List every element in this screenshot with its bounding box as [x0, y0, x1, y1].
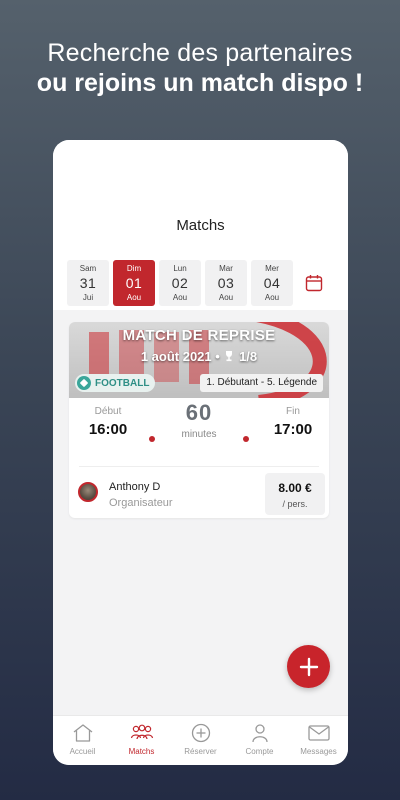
match-times: Début 16:00 60 minutes Fin 17:00: [69, 398, 329, 462]
headline-line-1: Recherche des partenaires: [47, 39, 353, 67]
tab-compte[interactable]: Compte: [230, 716, 289, 765]
tab-label: Accueil: [69, 747, 96, 756]
trophy-icon: [226, 351, 233, 362]
plus-circle-icon: [191, 723, 210, 743]
date-day-number: 31: [79, 275, 97, 291]
date-month: Aou: [126, 293, 142, 302]
duration-value: 60: [185, 400, 213, 425]
date-item[interactable]: Mer 04 Aou: [251, 260, 293, 306]
sport-badge: FOOTBALL: [75, 374, 156, 392]
organizer-name: Anthony D: [109, 481, 161, 493]
tab-matchs[interactable]: Matchs: [112, 716, 171, 765]
end-time-block: Fin 17:00: [267, 406, 319, 438]
sport-label: FOOTBALL: [95, 377, 150, 389]
date-day-name: Lun: [173, 264, 187, 273]
date-day-number: 03: [217, 275, 235, 291]
date-day-name: Dim: [126, 264, 142, 273]
bottom-tab-bar: Accueil Matchs Réserver Compte Messages: [53, 715, 348, 765]
phone-screen: Matchs Sam 31 Jui Dim 01 Aou Lun 02 Aou …: [53, 140, 348, 765]
date-month: Aou: [218, 293, 234, 302]
start-time-block: Début 16:00: [83, 406, 133, 438]
date-day-name: Mer: [265, 264, 279, 273]
end-time: 17:00: [273, 421, 313, 438]
organizer-row: Anthony D Organisateur 8.00 € / pers.: [69, 467, 329, 518]
price-box: 8.00 € / pers.: [265, 473, 325, 515]
time-dot: [149, 436, 155, 442]
match-banner: MATCH DE REPRISE 1 août 2021 • 1/8 FOOTB…: [69, 322, 329, 398]
promo-headline: Recherche des partenaires ou rejoins un …: [0, 38, 400, 98]
match-players: 1/8: [239, 349, 258, 364]
tab-label: Matchs: [128, 747, 155, 756]
match-date: 1 août 2021: [140, 349, 212, 364]
separator-dot: •: [215, 349, 224, 364]
headline-line-2: ou rejoins un match dispo !: [36, 69, 364, 97]
date-day-number: 02: [171, 275, 189, 291]
duration-unit: minutes: [181, 429, 217, 440]
level-badge: 1. Débutant - 5. Légende: [200, 374, 323, 392]
date-month: Aou: [264, 293, 280, 302]
price-unit: / pers.: [282, 499, 308, 509]
end-label: Fin: [286, 406, 300, 417]
match-card[interactable]: MATCH DE REPRISE 1 août 2021 • 1/8 FOOTB…: [69, 322, 329, 518]
date-day-number: 01: [125, 275, 143, 291]
tab-accueil[interactable]: Accueil: [53, 716, 112, 765]
price-amount: 8.00 €: [278, 481, 312, 495]
page-title: Matchs: [176, 217, 225, 234]
organizer-role: Organisateur: [109, 497, 173, 509]
date-item-selected[interactable]: Dim 01 Aou: [113, 260, 155, 306]
time-dot: [243, 436, 249, 442]
home-icon: [73, 724, 92, 742]
tab-reserver[interactable]: Réserver: [171, 716, 230, 765]
match-subtitle: 1 août 2021 • 1/8: [69, 349, 329, 364]
tab-label: Messages: [300, 747, 337, 756]
add-match-button[interactable]: [287, 645, 330, 688]
date-day-name: Sam: [79, 264, 97, 273]
user-icon: [251, 724, 268, 743]
date-day-name: Mar: [219, 264, 233, 273]
date-month: Jui: [82, 293, 94, 302]
tab-messages[interactable]: Messages: [289, 716, 348, 765]
avatar[interactable]: [78, 482, 98, 502]
date-month: Aou: [172, 293, 188, 302]
date-strip: Sam 31 Jui Dim 01 Aou Lun 02 Aou Mar 03 …: [67, 260, 293, 306]
football-icon: [77, 376, 91, 390]
start-time: 16:00: [88, 421, 128, 438]
start-label: Début: [94, 406, 122, 417]
date-item[interactable]: Lun 02 Aou: [159, 260, 201, 306]
match-title: MATCH DE REPRISE: [122, 327, 276, 344]
tab-label: Compte: [245, 747, 274, 756]
date-day-number: 04: [263, 275, 281, 291]
plus-icon: [299, 657, 318, 676]
top-bar: Matchs Sam 31 Jui Dim 01 Aou Lun 02 Aou …: [53, 140, 348, 310]
date-item[interactable]: Mar 03 Aou: [205, 260, 247, 306]
tab-label: Réserver: [184, 747, 217, 756]
calendar-icon[interactable]: [305, 274, 323, 292]
players-icon: [130, 724, 153, 740]
date-item[interactable]: Sam 31 Jui: [67, 260, 109, 306]
duration-block: 60 minutes: [159, 400, 239, 440]
mail-icon: [307, 725, 330, 741]
